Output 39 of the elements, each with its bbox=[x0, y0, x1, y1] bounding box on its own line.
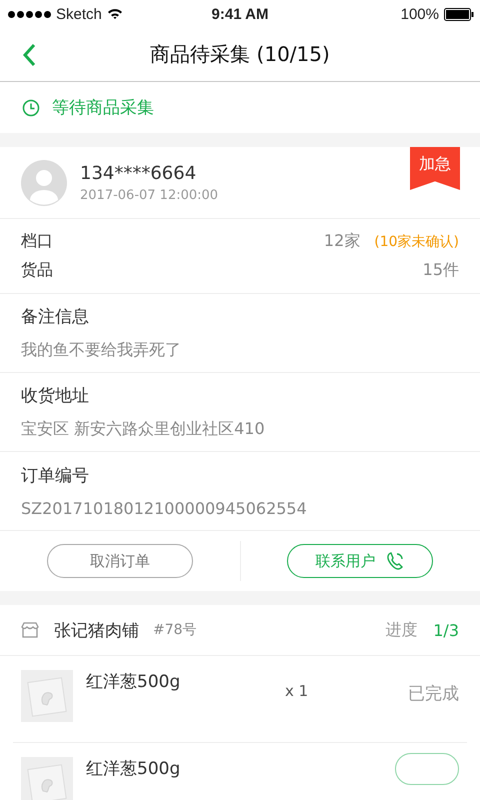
section-label: 订单编号 bbox=[21, 465, 90, 487]
item-quantity: x 1 bbox=[285, 682, 308, 700]
item-name: 红洋葱500g bbox=[86, 758, 180, 780]
battery-level: 100% bbox=[400, 6, 439, 22]
phone-icon bbox=[385, 551, 406, 571]
progress-label: 进度 bbox=[385, 620, 418, 640]
image-placeholder-icon bbox=[21, 670, 73, 722]
wifi-icon bbox=[106, 8, 123, 20]
progress-value: 1/3 bbox=[433, 620, 459, 640]
item-name: 红洋葱500g bbox=[86, 671, 180, 693]
section-label: 收货地址 bbox=[21, 385, 90, 407]
section-value: 宝安区 新安六路众里创业社区410 bbox=[21, 419, 266, 440]
cancel-button[interactable]: 取消订单 bbox=[46, 544, 193, 578]
back-icon[interactable] bbox=[22, 43, 36, 67]
summary-label: 档口 bbox=[21, 231, 53, 252]
order-time: 2017-06-07 12:00:00 bbox=[80, 188, 218, 202]
clock: 9:41 AM bbox=[212, 6, 268, 22]
carrier: Sketch bbox=[56, 6, 102, 22]
section-value: 我的鱼不要给我弄死了 bbox=[21, 340, 182, 361]
shop-icon bbox=[21, 621, 39, 639]
phone-number: 134****6664 bbox=[80, 162, 198, 184]
page-title: 商品待采集 (10/15) bbox=[150, 41, 330, 68]
battery-icon bbox=[444, 8, 474, 20]
avatar bbox=[21, 160, 67, 206]
section-label: 备注信息 bbox=[21, 306, 90, 328]
action-button[interactable] bbox=[395, 753, 459, 785]
stall-number: #78号 bbox=[153, 621, 197, 639]
section-value: SZ20171018012100000945062554 bbox=[21, 499, 308, 518]
summary-label: 货品 bbox=[21, 260, 53, 281]
status-text: 等待商品采集 bbox=[52, 97, 154, 119]
item-status: 已完成 bbox=[408, 683, 459, 705]
contact-button[interactable]: 联系用户 bbox=[287, 544, 434, 578]
summary-value: 15件 bbox=[422, 260, 459, 281]
urgent-tag: 加急 bbox=[410, 147, 460, 190]
unconfirmed-note: (10家未确认) bbox=[374, 232, 459, 250]
clock-icon bbox=[22, 98, 40, 116]
shop-name: 张记猪肉铺 bbox=[54, 620, 139, 642]
summary-value: 12家 bbox=[324, 231, 360, 252]
signal-icon bbox=[8, 10, 51, 18]
